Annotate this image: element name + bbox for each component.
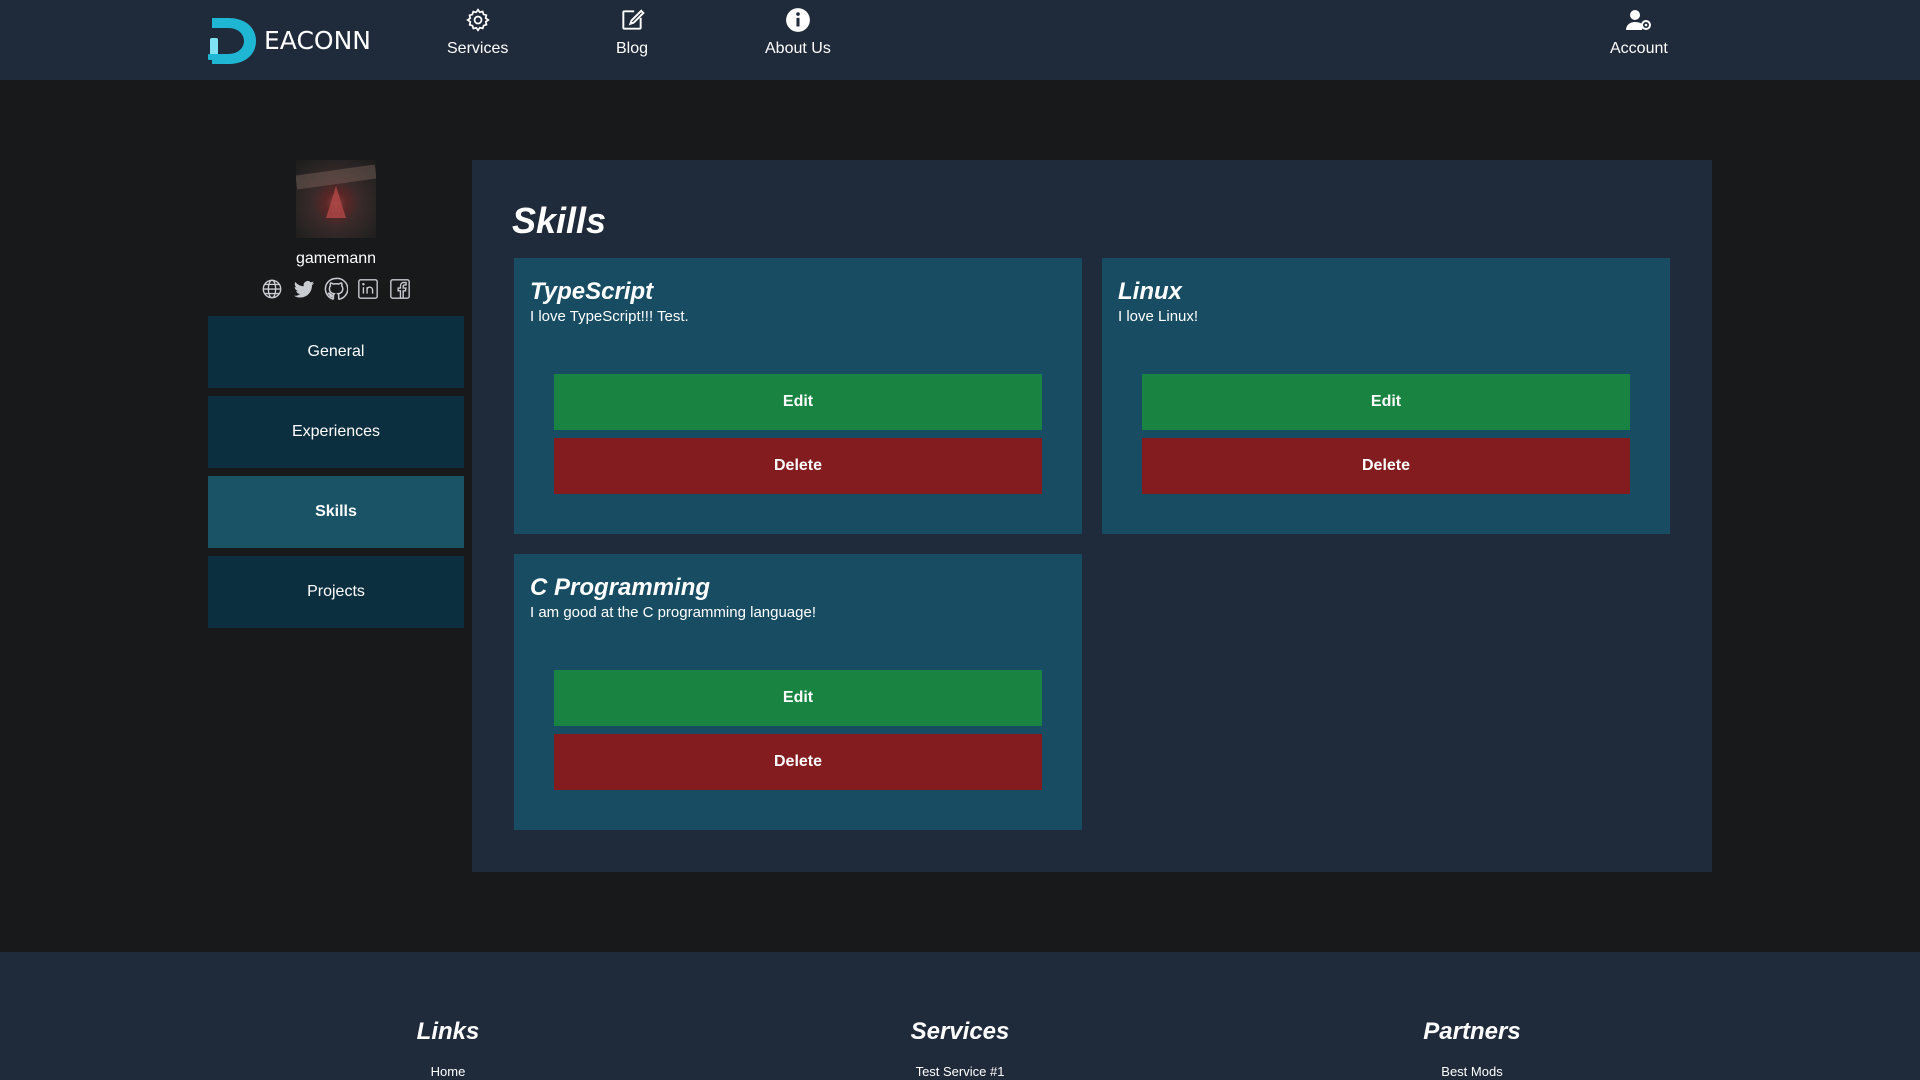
- nav-blog-label: Blog: [616, 40, 649, 57]
- avatar[interactable]: [296, 160, 376, 238]
- top-navbar: EACONN Services Blog About Us Account: [0, 0, 1920, 80]
- delete-button[interactable]: Delete: [1142, 438, 1630, 494]
- skills-panel: Skills TypeScript I love TypeScript!!! T…: [472, 160, 1712, 872]
- footer-column-title: Partners: [1423, 1018, 1521, 1045]
- edit-button[interactable]: Edit: [554, 374, 1042, 430]
- footer-partners-column: Partners Best Mods: [1322, 1018, 1622, 1079]
- nav-about-us[interactable]: About Us: [765, 6, 831, 70]
- user-settings-icon: [1625, 6, 1653, 34]
- footer-services-column: Services Test Service #1: [810, 1018, 1110, 1079]
- sidebar-item-experiences[interactable]: Experiences: [208, 396, 464, 468]
- facebook-icon[interactable]: [387, 276, 413, 302]
- delete-button[interactable]: Delete: [554, 438, 1042, 494]
- nav-blog[interactable]: Blog: [616, 6, 648, 70]
- skill-name: C Programming: [530, 574, 711, 601]
- brand-logo[interactable]: EACONN: [206, 12, 396, 68]
- skill-description: I love TypeScript!!! Test.: [530, 308, 689, 325]
- skill-card-c-programming: C Programming I am good at the C program…: [514, 554, 1082, 830]
- edit-button[interactable]: Edit: [554, 670, 1042, 726]
- info-icon: [784, 6, 812, 34]
- skill-description: I am good at the C programming language!: [530, 604, 817, 621]
- skill-description: I love Linux!: [1118, 308, 1199, 325]
- footer-links-column: Links Home: [298, 1018, 598, 1079]
- skill-card-typescript: TypeScript I love TypeScript!!! Test. Ed…: [514, 258, 1082, 534]
- nav-account[interactable]: Account: [1610, 6, 1668, 70]
- skill-name: Linux: [1118, 278, 1182, 305]
- social-links: [259, 276, 413, 302]
- footer-link-partner[interactable]: Best Mods: [1441, 1064, 1502, 1079]
- sidebar-item-label: Projects: [307, 583, 365, 600]
- site-footer: Links Home Services Test Service #1 Part…: [0, 952, 1920, 1080]
- page-title: Skills: [512, 200, 607, 241]
- sidebar-item-general[interactable]: General: [208, 316, 464, 388]
- gear-icon: [464, 6, 492, 34]
- skill-card-linux: Linux I love Linux! Edit Delete: [1102, 258, 1670, 534]
- sidebar-item-label: General: [307, 343, 365, 360]
- edit-button[interactable]: Edit: [1142, 374, 1630, 430]
- twitter-icon[interactable]: [291, 276, 317, 302]
- delete-button[interactable]: Delete: [554, 734, 1042, 790]
- edit-note-icon: [618, 6, 646, 34]
- logo-text: EACONN: [264, 25, 371, 55]
- footer-column-title: Links: [416, 1018, 480, 1045]
- linkedin-icon[interactable]: [355, 276, 381, 302]
- sidebar-item-label: Experiences: [291, 423, 381, 440]
- nav-account-label: Account: [1610, 40, 1668, 57]
- logo-d-icon: [208, 18, 256, 64]
- nav-about-label: About Us: [765, 40, 831, 57]
- footer-link-home[interactable]: Home: [431, 1064, 466, 1079]
- skill-name: TypeScript: [530, 278, 654, 305]
- globe-icon[interactable]: [259, 276, 285, 302]
- github-icon[interactable]: [323, 276, 349, 302]
- sidebar-item-projects[interactable]: Projects: [208, 556, 464, 628]
- username: gamemann: [295, 250, 377, 267]
- profile-card: gamemann: [208, 160, 464, 302]
- sidebar-item-skills[interactable]: Skills: [208, 476, 464, 548]
- nav-services[interactable]: Services: [447, 6, 508, 70]
- footer-column-title: Services: [910, 1018, 1010, 1045]
- footer-link-service[interactable]: Test Service #1: [916, 1064, 1005, 1079]
- nav-services-label: Services: [447, 40, 509, 57]
- profile-sidebar: General Experiences Skills Projects: [208, 316, 464, 636]
- sidebar-item-label: Skills: [315, 503, 357, 520]
